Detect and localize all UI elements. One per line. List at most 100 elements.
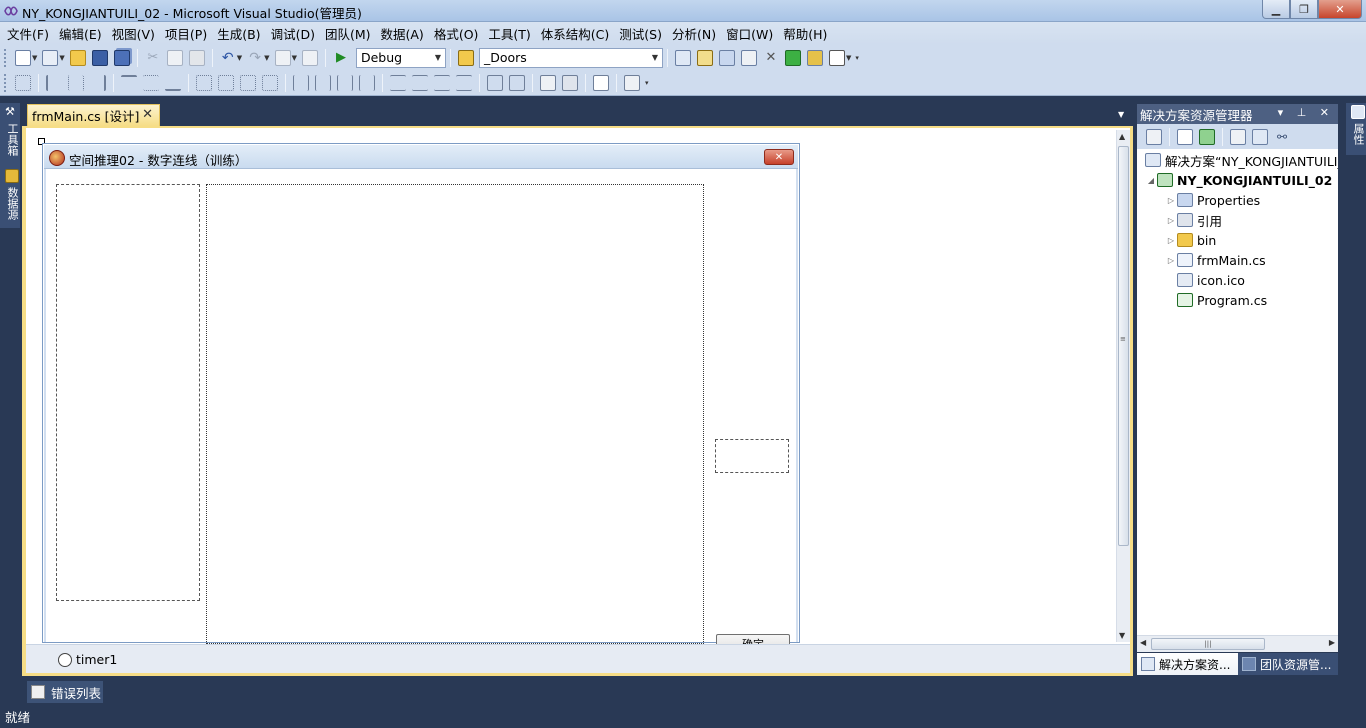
- chevron-down-icon[interactable]: ▼: [292, 54, 297, 62]
- paste-icon[interactable]: [188, 49, 205, 66]
- align-tops-icon[interactable]: [121, 75, 137, 91]
- solution-horizontal-scrollbar[interactable]: ◀ ||| ▶: [1137, 635, 1338, 652]
- extension-manager-icon[interactable]: ✕: [763, 50, 779, 66]
- vertical-spacing-remove-icon[interactable]: [456, 75, 472, 91]
- close-tab-icon[interactable]: ✕: [142, 107, 153, 122]
- make-same-width-icon[interactable]: [196, 75, 212, 91]
- undo-icon[interactable]: ↶: [220, 50, 236, 66]
- toolbox-tab[interactable]: 工具箱: [3, 123, 19, 156]
- align-lefts-icon[interactable]: [46, 75, 62, 91]
- horizontal-spacing-equal-icon[interactable]: [293, 75, 309, 91]
- tree-item-icon-ico[interactable]: icon.ico: [1177, 270, 1245, 290]
- expand-icon[interactable]: ▷: [1165, 216, 1177, 225]
- copy-icon[interactable]: [166, 49, 183, 66]
- tree-project-node[interactable]: ◢ NY_KONGJIANTUILI_02: [1145, 170, 1332, 190]
- find-in-files-icon[interactable]: [457, 49, 474, 66]
- document-tab-frmmain-design[interactable]: frmMain.cs [设计] ✕: [27, 104, 160, 126]
- toolbox-icon[interactable]: [740, 49, 757, 66]
- tab-solution-explorer[interactable]: 解决方案资...: [1137, 653, 1238, 675]
- object-browser-icon[interactable]: [718, 49, 735, 66]
- tree-item-bin[interactable]: ▷ bin: [1165, 230, 1216, 250]
- align-rights-icon[interactable]: [90, 75, 106, 91]
- menu-window[interactable]: 窗口(W): [721, 24, 778, 43]
- bring-to-front-icon[interactable]: [540, 75, 556, 91]
- make-same-size-icon[interactable]: [240, 75, 256, 91]
- solution-explorer-header[interactable]: 解决方案资源管理器 ▾ ⊥ ✕: [1137, 104, 1338, 124]
- align-to-grid-icon[interactable]: [15, 75, 31, 91]
- view-designer-icon[interactable]: [1252, 128, 1268, 145]
- chevron-down-icon[interactable]: ▼: [846, 54, 851, 62]
- chevron-down-icon[interactable]: ▼: [264, 54, 269, 62]
- solution-configuration-select[interactable]: Debug ▼: [355, 47, 446, 68]
- left-panel[interactable]: [56, 184, 200, 601]
- view-code-icon[interactable]: [1230, 128, 1246, 145]
- tree-item-frmmain[interactable]: ▷ frmMain.cs: [1165, 250, 1266, 270]
- minimize-button[interactable]: ▁: [1262, 0, 1290, 19]
- toolbar-overflow-icon[interactable]: ▾: [645, 79, 649, 87]
- save-icon[interactable]: [91, 49, 108, 66]
- center-horizontally-icon[interactable]: [487, 75, 503, 91]
- menu-architecture[interactable]: 体系结构(C): [536, 24, 614, 43]
- expand-icon[interactable]: ▷: [1165, 196, 1177, 205]
- properties-window-icon[interactable]: [696, 49, 713, 66]
- drawing-panel[interactable]: [206, 184, 704, 644]
- vertical-spacing-increase-icon[interactable]: [412, 75, 428, 91]
- error-list-tab[interactable]: 错误列表: [27, 681, 103, 703]
- horizontal-spacing-remove-icon[interactable]: [359, 75, 375, 91]
- data-sources-icon[interactable]: [5, 169, 19, 183]
- tree-item-references[interactable]: ▷ 引用: [1165, 210, 1222, 230]
- menu-format[interactable]: 格式(O): [429, 24, 484, 43]
- menu-data[interactable]: 数据(A): [376, 24, 429, 43]
- properties-icon[interactable]: [1146, 128, 1162, 145]
- chevron-down-icon[interactable]: ▼: [59, 54, 64, 62]
- scroll-thumb[interactable]: [1118, 146, 1129, 546]
- find-combo[interactable]: _Doors ▼: [478, 47, 663, 68]
- panel-window-buttons[interactable]: ▾ ⊥ ✕: [1278, 106, 1334, 119]
- align-bottoms-icon[interactable]: [165, 75, 181, 91]
- refresh-icon[interactable]: [1199, 128, 1215, 145]
- menu-tools[interactable]: 工具(T): [483, 24, 535, 43]
- toolbar-overflow-icon[interactable]: ▾: [855, 54, 859, 62]
- menu-help[interactable]: 帮助(H): [778, 24, 832, 43]
- start-page-icon[interactable]: [784, 49, 801, 66]
- data-sources-tab[interactable]: 数据源: [3, 187, 19, 220]
- timer-component[interactable]: timer1: [58, 652, 117, 667]
- save-all-icon[interactable]: [113, 49, 130, 66]
- status-label-box[interactable]: [715, 439, 789, 473]
- tree-solution-node[interactable]: 解决方案“NY_KONGJIANTUILI_02”(1 个项目): [1145, 150, 1338, 170]
- class-view-icon[interactable]: [806, 49, 823, 66]
- menu-team[interactable]: 团队(M): [320, 24, 376, 43]
- horizontal-spacing-decrease-icon[interactable]: [337, 75, 353, 91]
- add-item-icon[interactable]: [42, 49, 59, 66]
- tab-order-icon[interactable]: [593, 75, 609, 91]
- toolbox-icon[interactable]: ⚒: [5, 105, 19, 119]
- scroll-left-icon[interactable]: ◀: [1140, 638, 1146, 647]
- scroll-right-icon[interactable]: ▶: [1329, 638, 1335, 647]
- lock-controls-icon[interactable]: [624, 75, 640, 91]
- menu-analyze[interactable]: 分析(N): [667, 24, 721, 43]
- size-to-grid-icon[interactable]: [262, 75, 278, 91]
- chevron-down-icon[interactable]: ▼: [32, 54, 37, 62]
- new-project-icon[interactable]: [15, 49, 31, 66]
- tab-team-explorer[interactable]: 团队资源管...: [1238, 653, 1338, 675]
- solution-explorer-icon[interactable]: [674, 49, 691, 66]
- menu-file[interactable]: 文件(F): [2, 24, 54, 43]
- vertical-spacing-decrease-icon[interactable]: [434, 75, 450, 91]
- toolbar-grip[interactable]: [4, 74, 8, 92]
- designed-form[interactable]: 空间推理02 - 数字连线（训练） ✕ 确定: [42, 143, 800, 656]
- properties-window-icon[interactable]: [1351, 105, 1365, 119]
- redo-icon[interactable]: ↷: [247, 50, 263, 66]
- form-client-area[interactable]: 确定: [44, 169, 798, 656]
- menu-build[interactable]: 生成(B): [212, 24, 265, 43]
- cut-icon[interactable]: ✂: [145, 50, 161, 66]
- form-close-button[interactable]: ✕: [764, 149, 794, 165]
- menu-project[interactable]: 项目(P): [160, 24, 212, 43]
- properties-tab[interactable]: 属性: [1349, 123, 1365, 145]
- show-all-files-icon[interactable]: [1177, 128, 1193, 145]
- expand-icon[interactable]: ▷: [1165, 236, 1177, 245]
- form-title-bar[interactable]: 空间推理02 - 数字连线（训练） ✕: [44, 145, 798, 169]
- chevron-down-icon[interactable]: ▼: [431, 49, 445, 67]
- menu-edit[interactable]: 编辑(E): [54, 24, 107, 43]
- vertical-spacing-equal-icon[interactable]: [390, 75, 406, 91]
- send-to-back-icon[interactable]: [562, 75, 578, 91]
